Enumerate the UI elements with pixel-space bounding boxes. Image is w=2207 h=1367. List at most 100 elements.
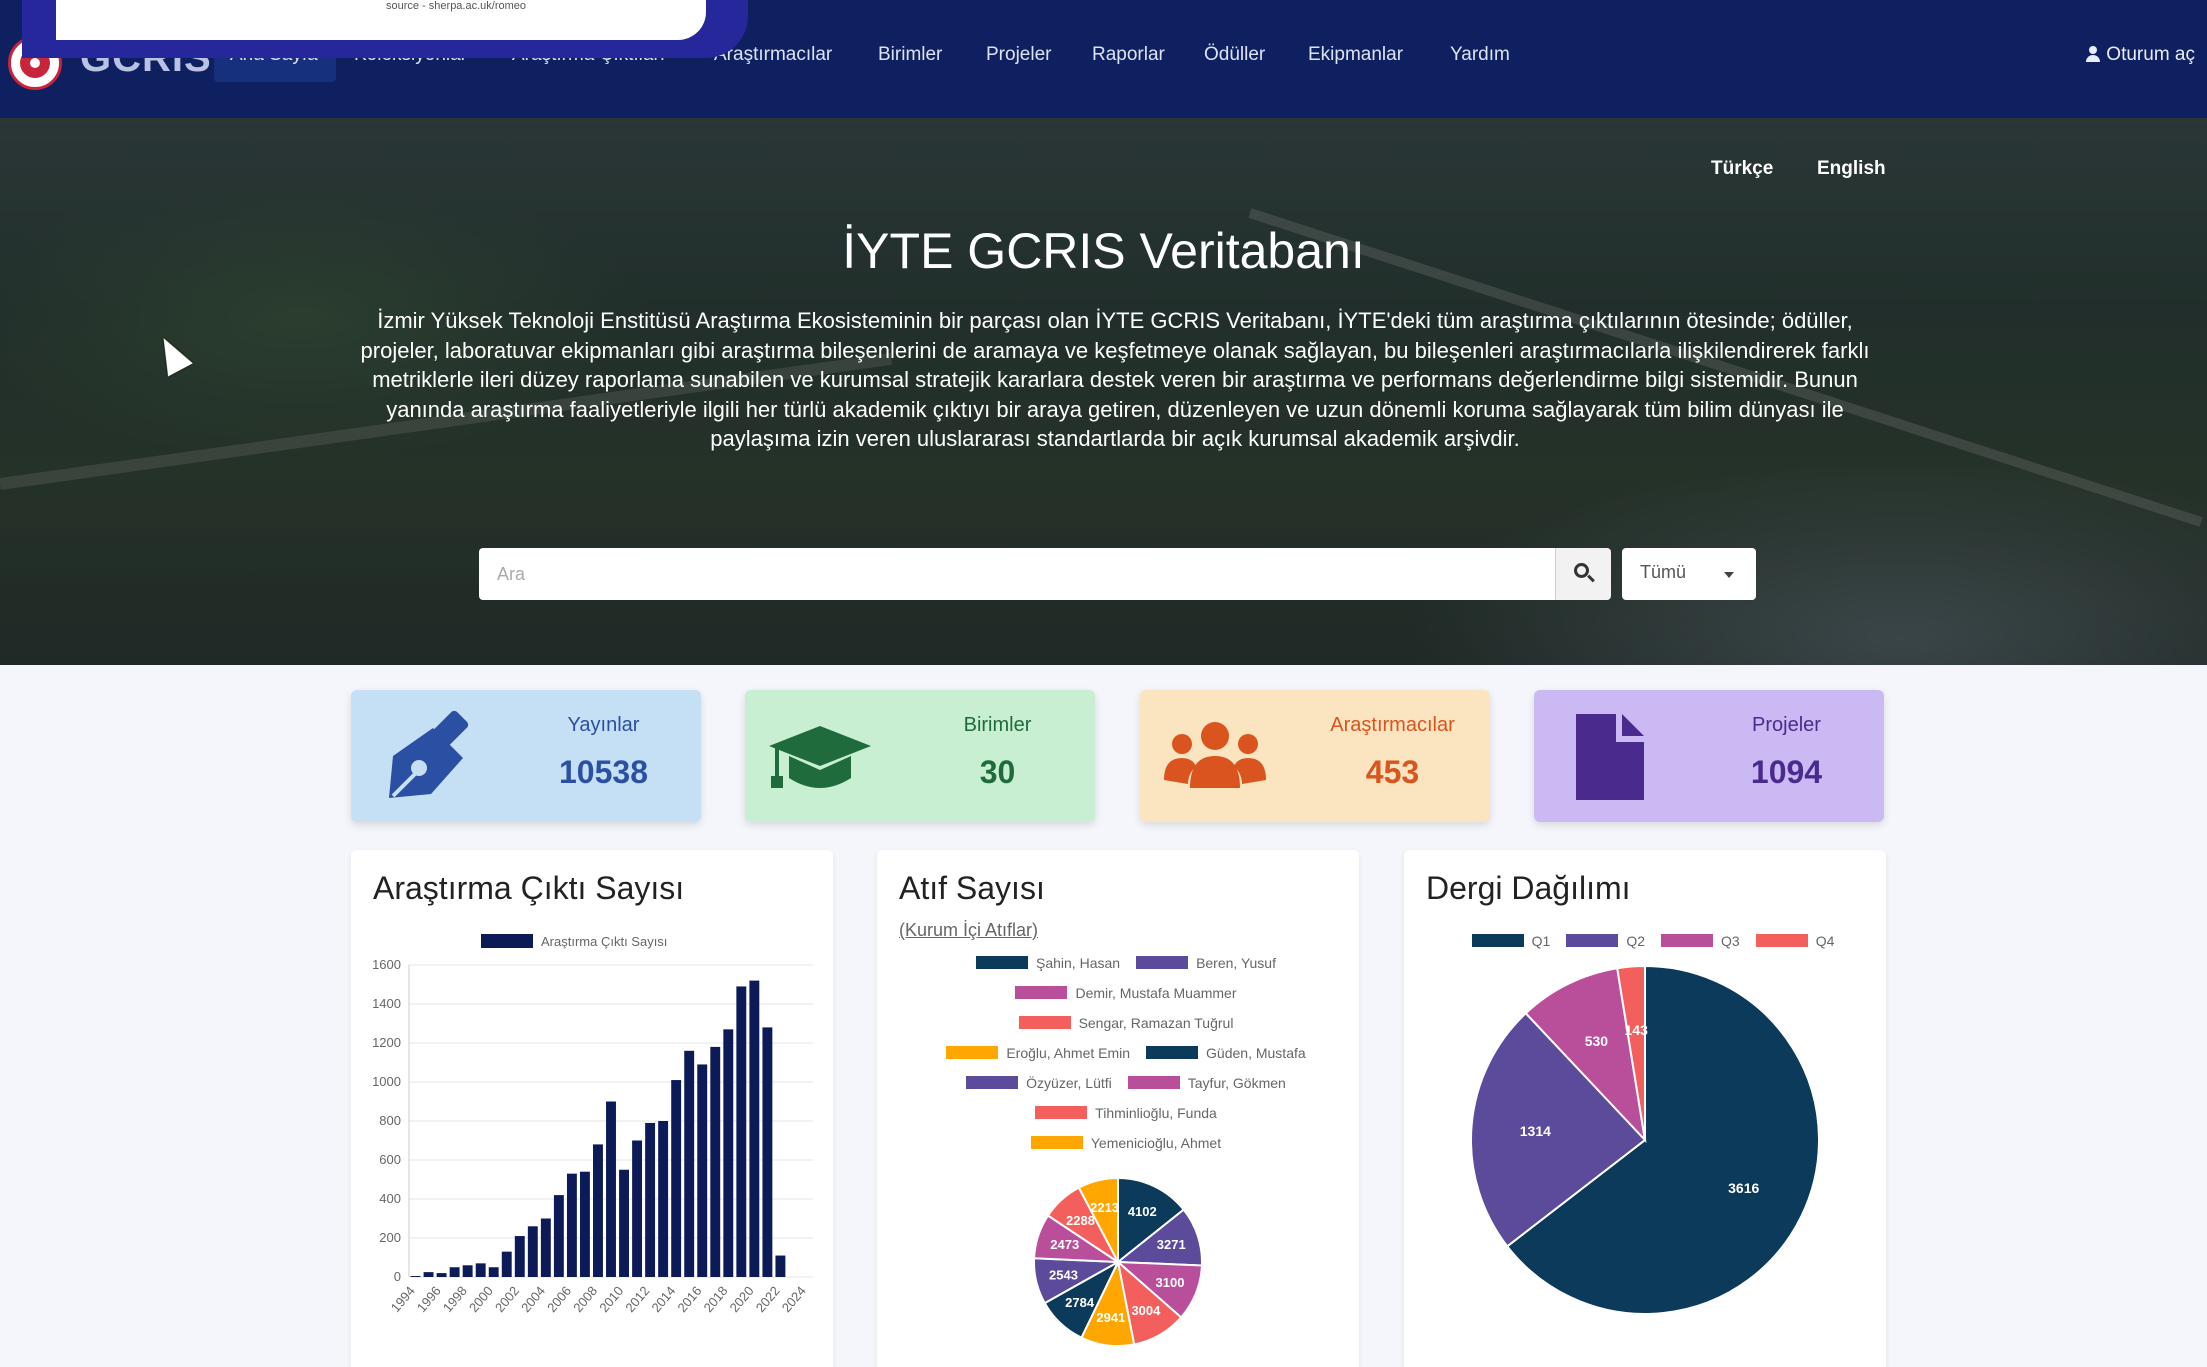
legend-label[interactable]: Güden, Mustafa — [1206, 1045, 1306, 1061]
legend-swatch[interactable] — [1471, 934, 1524, 947]
bar-2011[interactable] — [632, 1140, 643, 1278]
bar-2000[interactable] — [488, 1267, 499, 1277]
bar-2021[interactable] — [762, 1027, 773, 1277]
bar-2012[interactable] — [645, 1122, 656, 1277]
legend-label[interactable]: Özyüzer, Lütfi — [1026, 1075, 1112, 1091]
lang-turkish-link[interactable]: Türkçe — [1711, 158, 1773, 180]
bar-2004[interactable] — [540, 1218, 551, 1278]
stat-label: Projeler — [1752, 714, 1821, 736]
bar-1994[interactable] — [410, 1276, 421, 1277]
legend-row: Tihminlioğlu, Funda — [877, 1105, 1359, 1121]
legend-label[interactable]: Demir, Mustafa Muammer — [1075, 985, 1236, 1001]
bar-1997[interactable] — [449, 1267, 460, 1277]
nav-item-equipment[interactable]: Ekipmanlar — [1308, 44, 1403, 66]
stat-label: Araştırmacılar — [1330, 714, 1455, 736]
bar-2013[interactable] — [658, 1121, 669, 1277]
journal-pie-chart: 3616 1314 530 143 — [1470, 964, 1820, 1315]
bar-2022[interactable] — [775, 1255, 786, 1277]
bar-2003[interactable] — [527, 1226, 538, 1277]
nav-item-projects[interactable]: Projeler — [986, 44, 1051, 66]
legend-label[interactable]: Q3 — [1721, 933, 1740, 949]
legend-label[interactable]: Q4 — [1816, 933, 1835, 949]
x-tick-label: 2004 — [518, 1283, 548, 1315]
search-scope-value: Tümü — [1640, 562, 1687, 582]
bar-2001[interactable] — [501, 1251, 512, 1277]
bar-2009[interactable] — [606, 1101, 616, 1278]
bar-2007[interactable] — [579, 1171, 590, 1277]
overlay-popup-content: source - sherpa.ac.uk/romeo — [56, 0, 706, 40]
bar-1998[interactable] — [462, 1265, 473, 1277]
login-label: Oturum aç — [2106, 44, 2195, 65]
y-tick-label: 1000 — [372, 1074, 401, 1089]
bar-2019[interactable] — [736, 986, 747, 1277]
login-link[interactable]: Oturum aç — [2086, 44, 2195, 66]
legend-swatch[interactable] — [1136, 956, 1189, 969]
legend-label[interactable]: Şahin, Hasan — [1036, 955, 1120, 971]
stat-card-projects[interactable]: Projeler 1094 — [1534, 690, 1884, 822]
legend-swatch[interactable] — [1035, 1106, 1088, 1119]
legend-swatch[interactable] — [1127, 1076, 1180, 1089]
bar-1999[interactable] — [475, 1263, 486, 1277]
bar-2010[interactable] — [619, 1169, 629, 1277]
stat-label: Birimler — [963, 714, 1032, 736]
research-output-bar-chart: Araştırma Çıktı Sayısı 0 200 400 600 800 1000 1… — [372, 934, 813, 1315]
y-tick-label: 1400 — [372, 996, 401, 1011]
bar-2008[interactable] — [593, 1144, 603, 1277]
bar-1996[interactable] — [436, 1273, 447, 1277]
legend-label[interactable]: Q1 — [1532, 933, 1551, 949]
legend-swatch[interactable] — [976, 956, 1028, 969]
nav-item-reports[interactable]: Raporlar — [1092, 44, 1165, 66]
legend-row: Eroğlu, Ahmet Emin Güden, Mustafa — [877, 1045, 1359, 1061]
legend-swatch[interactable] — [966, 1076, 1019, 1089]
legend-swatch[interactable] — [1030, 1136, 1083, 1149]
bar-2005[interactable] — [553, 1195, 564, 1277]
x-tick-label: 2018 — [701, 1283, 731, 1315]
stat-card-publications[interactable]: Yayınlar 10538 — [351, 690, 701, 822]
legend-swatch[interactable] — [1146, 1046, 1199, 1059]
legend-label[interactable]: Q2 — [1626, 933, 1645, 949]
nav-item-help[interactable]: Yardım — [1450, 44, 1510, 66]
bar-2014[interactable] — [671, 1080, 682, 1277]
legend-label[interactable]: Eroğlu, Ahmet Emin — [1006, 1045, 1130, 1061]
search-button[interactable] — [1555, 548, 1611, 600]
legend-swatch[interactable] — [946, 1046, 999, 1059]
bar-2018[interactable] — [723, 1029, 734, 1277]
legend-swatch[interactable] — [1015, 986, 1068, 999]
legend-label[interactable]: Sengar, Ramazan Tuğrul — [1079, 1015, 1234, 1031]
pie-data-label: 2213 — [1090, 1200, 1119, 1215]
x-tick-label: 1998 — [440, 1283, 470, 1315]
y-tick-label: 800 — [379, 1113, 401, 1128]
bar-2006[interactable] — [566, 1173, 577, 1277]
bar-2002[interactable] — [514, 1236, 525, 1277]
stat-card-units[interactable]: Birimler 30 — [745, 690, 1095, 822]
legend-label[interactable]: Yemenicioğlu, Ahmet — [1091, 1135, 1221, 1151]
bar-2015[interactable] — [684, 1050, 695, 1277]
legend-label[interactable]: Tayfur, Gökmen — [1188, 1075, 1286, 1091]
journal-legend: Q1 Q2 Q3 Q4 — [1404, 850, 1886, 970]
stat-card-researchers[interactable]: Araştırmacılar 453 — [1140, 690, 1490, 822]
legend-label[interactable]: Tihminlioğlu, Funda — [1095, 1105, 1217, 1121]
nav-item-units[interactable]: Birimler — [878, 44, 942, 66]
pie-data-label: 3100 — [1156, 1275, 1185, 1290]
bar-2017[interactable] — [710, 1046, 721, 1277]
search-scope-select[interactable]: Tümü — [1622, 548, 1756, 600]
stat-value: 30 — [979, 754, 1016, 790]
legend-swatch[interactable] — [1566, 934, 1619, 947]
search-input[interactable] — [479, 548, 1555, 600]
bar-2016[interactable] — [697, 1064, 708, 1277]
nav-item-awards[interactable]: Ödüller — [1204, 44, 1265, 66]
pie-data-label: 143 — [1625, 1022, 1649, 1038]
x-tick-label: 2010 — [596, 1283, 626, 1315]
legend-swatch[interactable] — [1018, 1016, 1071, 1029]
bar-2020[interactable] — [749, 980, 760, 1277]
legend-label[interactable]: Beren, Yusuf — [1196, 955, 1276, 971]
legend-swatch[interactable] — [1755, 934, 1808, 947]
lang-english-link[interactable]: English — [1817, 158, 1886, 180]
pie-data-label: 2941 — [1096, 1310, 1125, 1325]
pie-data-label: 2288 — [1066, 1213, 1095, 1228]
pie-data-label: 1314 — [1520, 1123, 1551, 1139]
legend-swatch[interactable] — [1661, 934, 1713, 947]
pie-data-label: 3271 — [1157, 1237, 1186, 1252]
y-tick-label: 200 — [379, 1230, 401, 1245]
bar-1995[interactable] — [423, 1272, 434, 1277]
